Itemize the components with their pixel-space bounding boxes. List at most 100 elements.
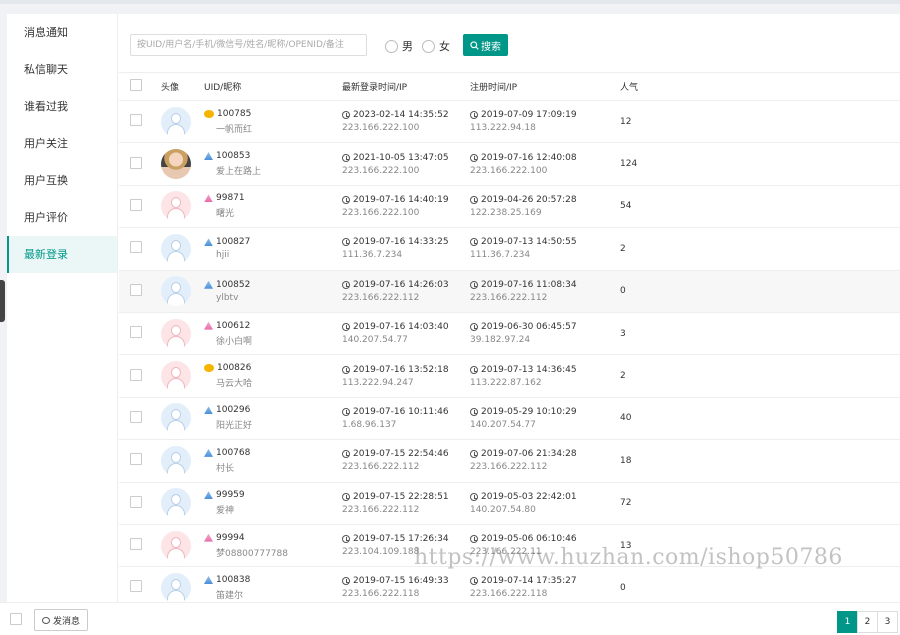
sidebar-item[interactable]: 用户关注 — [7, 125, 117, 162]
search-input[interactable] — [130, 34, 367, 56]
sidebar-item[interactable]: 用户评价 — [7, 199, 117, 236]
avatar[interactable] — [161, 191, 191, 222]
vip-level-icon — [204, 575, 213, 584]
table-row[interactable]: 100296 阳光正好 2019-07-16 10:11:46 1.68.96.137… — [119, 397, 900, 440]
vip-level-icon — [204, 406, 213, 415]
user-uid[interactable]: 100852 — [216, 280, 250, 290]
table-row[interactable]: 100853 爱上在路上 2021-10-05 13:47:05 223.166.22… — [119, 143, 900, 186]
row-checkbox[interactable] — [130, 198, 142, 211]
select-all-checkbox[interactable] — [130, 79, 142, 91]
avatar[interactable] — [161, 233, 191, 264]
sidebar-item[interactable]: 私信聊天 — [7, 51, 117, 88]
content-panel: 消息通知私信聊天谁看过我用户关注用户互换用户评价最新登录 男 女 搜索 头像 — [7, 14, 900, 635]
table-row[interactable]: 100838 笛建尔 2019-07-15 16:49:33 223.166.222.… — [119, 567, 900, 602]
user-uid[interactable]: 100768 — [216, 448, 250, 458]
login-time: 2019-07-16 14:33:25 — [353, 237, 449, 248]
user-uid[interactable]: 100827 — [216, 237, 250, 247]
chat-icon — [41, 616, 50, 624]
register-time: 2019-04-26 20:57:28 — [481, 194, 577, 205]
radio-circle[interactable] — [385, 39, 398, 53]
page-2-button[interactable]: 2 — [857, 611, 878, 633]
row-checkbox[interactable] — [130, 368, 142, 381]
row-checkbox[interactable] — [130, 538, 142, 551]
avatar[interactable] — [161, 445, 191, 476]
footer-select-all-checkbox[interactable] — [10, 613, 22, 625]
table-row[interactable]: 100785 一帆而红 2023-02-14 14:35:52 223.166.222… — [119, 101, 900, 143]
register-ip: 113.222.87.162 — [470, 377, 542, 388]
row-checkbox[interactable] — [130, 453, 142, 466]
row-checkbox[interactable] — [130, 283, 142, 296]
popularity-value: 13 — [620, 540, 632, 551]
register-ip: 223.166.222.112 — [470, 292, 548, 303]
clock-icon — [342, 492, 350, 501]
user-uid[interactable]: 100826 — [217, 363, 251, 373]
table-header-row: 头像 UID/昵称 最新登录时间/IP 注册时间/IP 人气 — [119, 72, 900, 101]
user-uid[interactable]: 100296 — [216, 405, 250, 415]
table-row[interactable]: 100852 ylbtv 2019-07-16 14:26:03 223.166.22… — [119, 270, 900, 313]
send-message-button[interactable]: 发消息 — [34, 609, 88, 631]
avatar[interactable] — [161, 403, 191, 434]
popularity-value: 18 — [620, 455, 632, 466]
avatar[interactable] — [161, 361, 191, 392]
row-checkbox[interactable] — [130, 410, 142, 423]
table-row[interactable]: 99994 梦08800777788 2019-07-15 17:26:34 223.… — [119, 524, 900, 567]
table-row[interactable]: 100826 马云大哈 2019-07-16 13:52:18 113.222.94.… — [119, 355, 900, 398]
sidebar-item[interactable]: 用户互换 — [7, 162, 117, 199]
sidebar-item[interactable]: 谁看过我 — [7, 88, 117, 125]
page-1-button[interactable]: 1 — [837, 611, 858, 633]
row-checkbox[interactable] — [130, 495, 142, 508]
clock-icon — [470, 153, 478, 162]
table-row[interactable]: 99959 爱神 2019-07-15 22:28:51 223.166.222.11… — [119, 482, 900, 525]
table-row[interactable]: 100827 hjii 2019-07-16 14:33:25 111.36.7.23… — [119, 228, 900, 271]
user-uid[interactable]: 99994 — [216, 533, 245, 543]
popularity-value: 12 — [620, 116, 632, 127]
vip-level-icon — [204, 321, 213, 330]
avatar[interactable] — [161, 488, 191, 519]
avatar[interactable] — [161, 276, 191, 307]
login-ip: 223.166.222.118 — [342, 589, 420, 600]
sidebar-item[interactable]: 消息通知 — [7, 14, 117, 51]
sidebar-item[interactable]: 最新登录 — [7, 236, 117, 273]
login-ip: 223.166.222.100 — [342, 123, 420, 134]
user-uid[interactable]: 100853 — [216, 151, 250, 161]
table-row[interactable]: 100768 村长 2019-07-15 22:54:46 223.166.222.1… — [119, 440, 900, 483]
register-time: 2019-07-09 17:09:19 — [481, 110, 577, 121]
gender-male-radio[interactable]: 男 — [385, 38, 413, 54]
header-register: 注册时间/IP — [470, 83, 518, 93]
user-uid[interactable]: 100785 — [217, 109, 251, 119]
avatar[interactable] — [161, 530, 191, 561]
sidebar-collapse-handle[interactable] — [0, 280, 5, 322]
gender-male-label: 男 — [402, 40, 413, 53]
gender-female-radio[interactable]: 女 — [422, 38, 450, 54]
page-3-button[interactable]: 3 — [877, 611, 898, 633]
user-nickname: hjii — [216, 250, 230, 261]
header-avatar: 头像 — [161, 83, 180, 93]
user-uid[interactable]: 99871 — [216, 193, 245, 203]
user-uid[interactable]: 99959 — [216, 490, 245, 500]
radio-circle[interactable] — [422, 39, 435, 53]
user-uid[interactable]: 100612 — [216, 321, 250, 331]
clock-icon — [342, 238, 350, 247]
popularity-value: 54 — [620, 201, 632, 212]
popularity-value: 2 — [620, 243, 626, 254]
clock-icon — [470, 280, 478, 289]
vip-level-icon — [204, 280, 213, 289]
row-checkbox[interactable] — [130, 241, 142, 254]
register-time: 2019-05-29 10:10:29 — [481, 406, 577, 417]
row-checkbox[interactable] — [130, 114, 142, 127]
footer-bar: 发消息 123 — [0, 602, 900, 635]
avatar[interactable] — [161, 572, 191, 602]
avatar[interactable] — [161, 106, 191, 137]
user-uid[interactable]: 100838 — [216, 575, 250, 585]
register-ip: 39.182.97.24 — [470, 335, 531, 346]
avatar[interactable] — [161, 318, 191, 349]
row-checkbox[interactable] — [130, 580, 142, 593]
table-row[interactable]: 100612 徐小白啊 2019-07-16 14:03:40 140.207.54.… — [119, 312, 900, 355]
avatar[interactable] — [161, 149, 191, 180]
table-row[interactable]: 99871 曙光 2019-07-16 14:40:19 223.166.222.10… — [119, 185, 900, 228]
row-checkbox[interactable] — [130, 156, 142, 169]
clock-icon — [342, 195, 350, 204]
register-ip: 113.222.94.18 — [470, 123, 536, 134]
row-checkbox[interactable] — [130, 326, 142, 339]
search-button[interactable]: 搜索 — [463, 34, 508, 56]
